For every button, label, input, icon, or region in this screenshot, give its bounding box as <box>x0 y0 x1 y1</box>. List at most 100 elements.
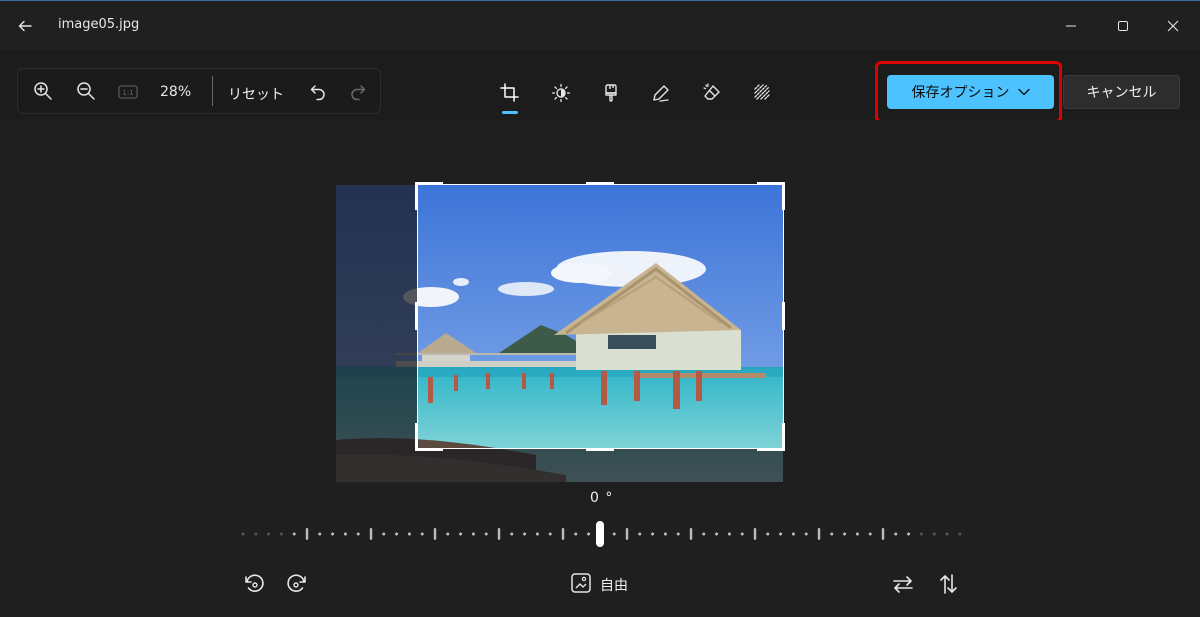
dial-tick-minor <box>343 532 347 536</box>
dial-tick-minor <box>318 532 322 536</box>
svg-text:1:1: 1:1 <box>122 89 133 97</box>
dial-tick-minor <box>292 532 296 536</box>
brightness-icon[interactable] <box>548 80 574 106</box>
minimize-icon[interactable] <box>1058 13 1084 39</box>
maximize-icon[interactable] <box>1110 13 1136 39</box>
dial-tick-minor <box>535 532 539 536</box>
dial-tick-minor <box>715 532 719 536</box>
dial-tick-minor <box>651 532 655 536</box>
divider <box>212 76 213 106</box>
dial-tick-minor <box>945 532 949 536</box>
active-tool-indicator <box>502 111 518 114</box>
dial-tick-minor <box>676 532 680 536</box>
dial-tick-minor <box>510 532 514 536</box>
crop-handle-top-left[interactable] <box>415 182 443 185</box>
flip-horizontal-icon[interactable] <box>890 571 916 597</box>
dial-tick-minor <box>548 532 552 536</box>
zoom-out-icon[interactable] <box>72 77 100 105</box>
dial-tick-minor <box>740 532 744 536</box>
crop-icon[interactable] <box>497 80 523 106</box>
dial-tick-minor <box>702 532 706 536</box>
aspect-ratio-button[interactable]: 自由 <box>570 572 628 598</box>
dial-tick-minor <box>663 532 667 536</box>
dial-tick-minor <box>932 532 936 536</box>
title-bar: image05.jpg <box>0 0 1200 50</box>
dial-tick-minor <box>471 532 475 536</box>
dial-tick-major <box>881 528 885 540</box>
eraser-icon[interactable] <box>699 80 725 106</box>
dial-tick-minor <box>484 532 488 536</box>
pen-icon[interactable] <box>648 80 674 106</box>
dial-tick-minor <box>907 532 911 536</box>
crop-handle-top-left-v[interactable] <box>415 182 418 210</box>
crop-handle-right[interactable] <box>782 302 785 330</box>
crop-handle-left[interactable] <box>415 302 418 330</box>
close-icon[interactable] <box>1160 13 1186 39</box>
dial-tick-major <box>625 528 629 540</box>
cancel-button[interactable]: キャンセル <box>1063 75 1180 109</box>
dial-tick-minor <box>919 532 923 536</box>
dial-tick-minor <box>459 532 463 536</box>
dial-tick-minor <box>331 532 335 536</box>
crop-handle-bottom-right[interactable] <box>757 448 785 451</box>
redo-icon <box>344 78 372 106</box>
dial-tick-minor <box>523 532 527 536</box>
rotate-left-icon[interactable] <box>241 571 267 597</box>
dial-tick-minor <box>638 532 642 536</box>
crop-handle-top-right-v[interactable] <box>782 182 785 210</box>
dial-tick-minor <box>267 532 271 536</box>
dial-tick-minor <box>727 532 731 536</box>
dial-tick-minor <box>766 532 770 536</box>
dial-tick-major <box>497 528 501 540</box>
dial-tick-minor <box>855 532 859 536</box>
rotate-right-icon[interactable] <box>284 571 310 597</box>
dial-tick-minor <box>382 532 386 536</box>
dial-tick-minor <box>804 532 808 536</box>
aspect-ratio-label: 自由 <box>600 578 628 594</box>
dial-tick-minor <box>356 532 360 536</box>
crop-handle-bottom-left[interactable] <box>415 448 443 451</box>
crop-mask-left <box>336 185 417 482</box>
flip-vertical-icon[interactable] <box>935 571 961 597</box>
save-options-label: 保存オプション <box>911 85 1010 101</box>
zoom-value: 28% <box>160 84 192 100</box>
crop-handle-top-right[interactable] <box>757 182 785 185</box>
dial-tick-minor <box>791 532 795 536</box>
rotation-dial-knob[interactable] <box>596 521 604 547</box>
zoom-in-icon[interactable] <box>29 77 57 105</box>
save-options-button[interactable]: 保存オプション <box>887 75 1054 109</box>
dial-tick-major <box>561 528 565 540</box>
window-title: image05.jpg <box>58 17 140 32</box>
dial-tick-minor <box>894 532 898 536</box>
dial-tick-minor <box>279 532 283 536</box>
dial-tick-minor <box>868 532 872 536</box>
crop-frame[interactable] <box>417 184 784 449</box>
dial-tick-minor <box>395 532 399 536</box>
dial-tick-major <box>305 528 309 540</box>
dial-tick-minor <box>420 532 424 536</box>
chevron-down-icon <box>1017 84 1030 100</box>
dial-tick-minor <box>830 532 834 536</box>
crop-mask-bottom <box>417 448 783 482</box>
rotation-angle-label: 0 ° <box>590 490 614 506</box>
dial-tick-minor <box>254 532 258 536</box>
dial-tick-minor <box>241 532 245 536</box>
actual-size-icon: 1:1 <box>114 78 142 106</box>
crop-handle-top[interactable] <box>586 182 614 185</box>
dial-tick-minor <box>612 532 616 536</box>
dial-tick-major <box>433 528 437 540</box>
dial-tick-minor <box>587 532 591 536</box>
dial-tick-major <box>817 528 821 540</box>
reset-button[interactable]: リセット <box>228 84 284 104</box>
dial-tick-minor <box>779 532 783 536</box>
dial-tick-major <box>369 528 373 540</box>
crop-handle-bottom-left-v[interactable] <box>415 423 418 451</box>
back-arrow-icon[interactable] <box>14 15 36 37</box>
dial-tick-major <box>689 528 693 540</box>
background-blur-icon[interactable] <box>750 80 776 106</box>
crop-handle-bottom[interactable] <box>586 448 614 451</box>
dial-tick-minor <box>574 532 578 536</box>
undo-icon[interactable] <box>304 78 332 106</box>
crop-handle-bottom-right-v[interactable] <box>782 423 785 451</box>
filter-brush-icon[interactable] <box>598 80 624 106</box>
